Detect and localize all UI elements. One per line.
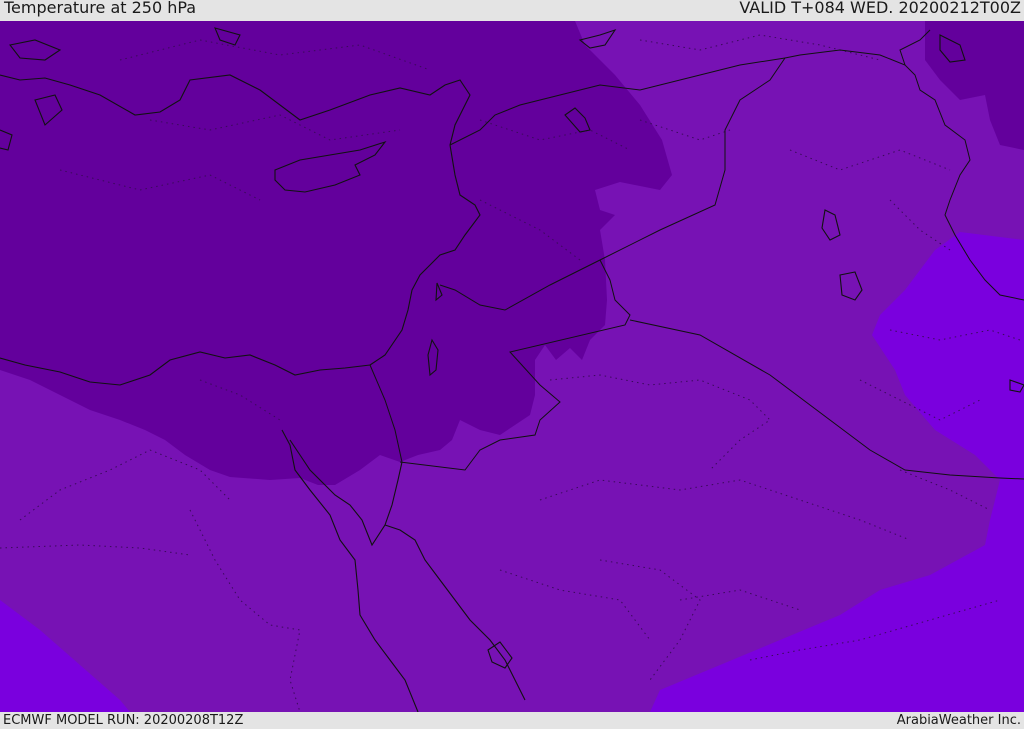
footer-bar: ECMWF MODEL RUN: 20200208T12Z ArabiaWeat… [0,712,1024,729]
map-title: Temperature at 250 hPa [4,0,197,17]
valid-time: VALID T+084 WED. 20200212T00Z [739,0,1021,17]
model-run: ECMWF MODEL RUN: 20200208T12Z [3,713,244,728]
credit-text: ArabiaWeather Inc. [896,713,1021,728]
temperature-map[interactable] [0,21,1024,712]
header-bar: Temperature at 250 hPa VALID T+084 WED. … [0,0,1024,21]
